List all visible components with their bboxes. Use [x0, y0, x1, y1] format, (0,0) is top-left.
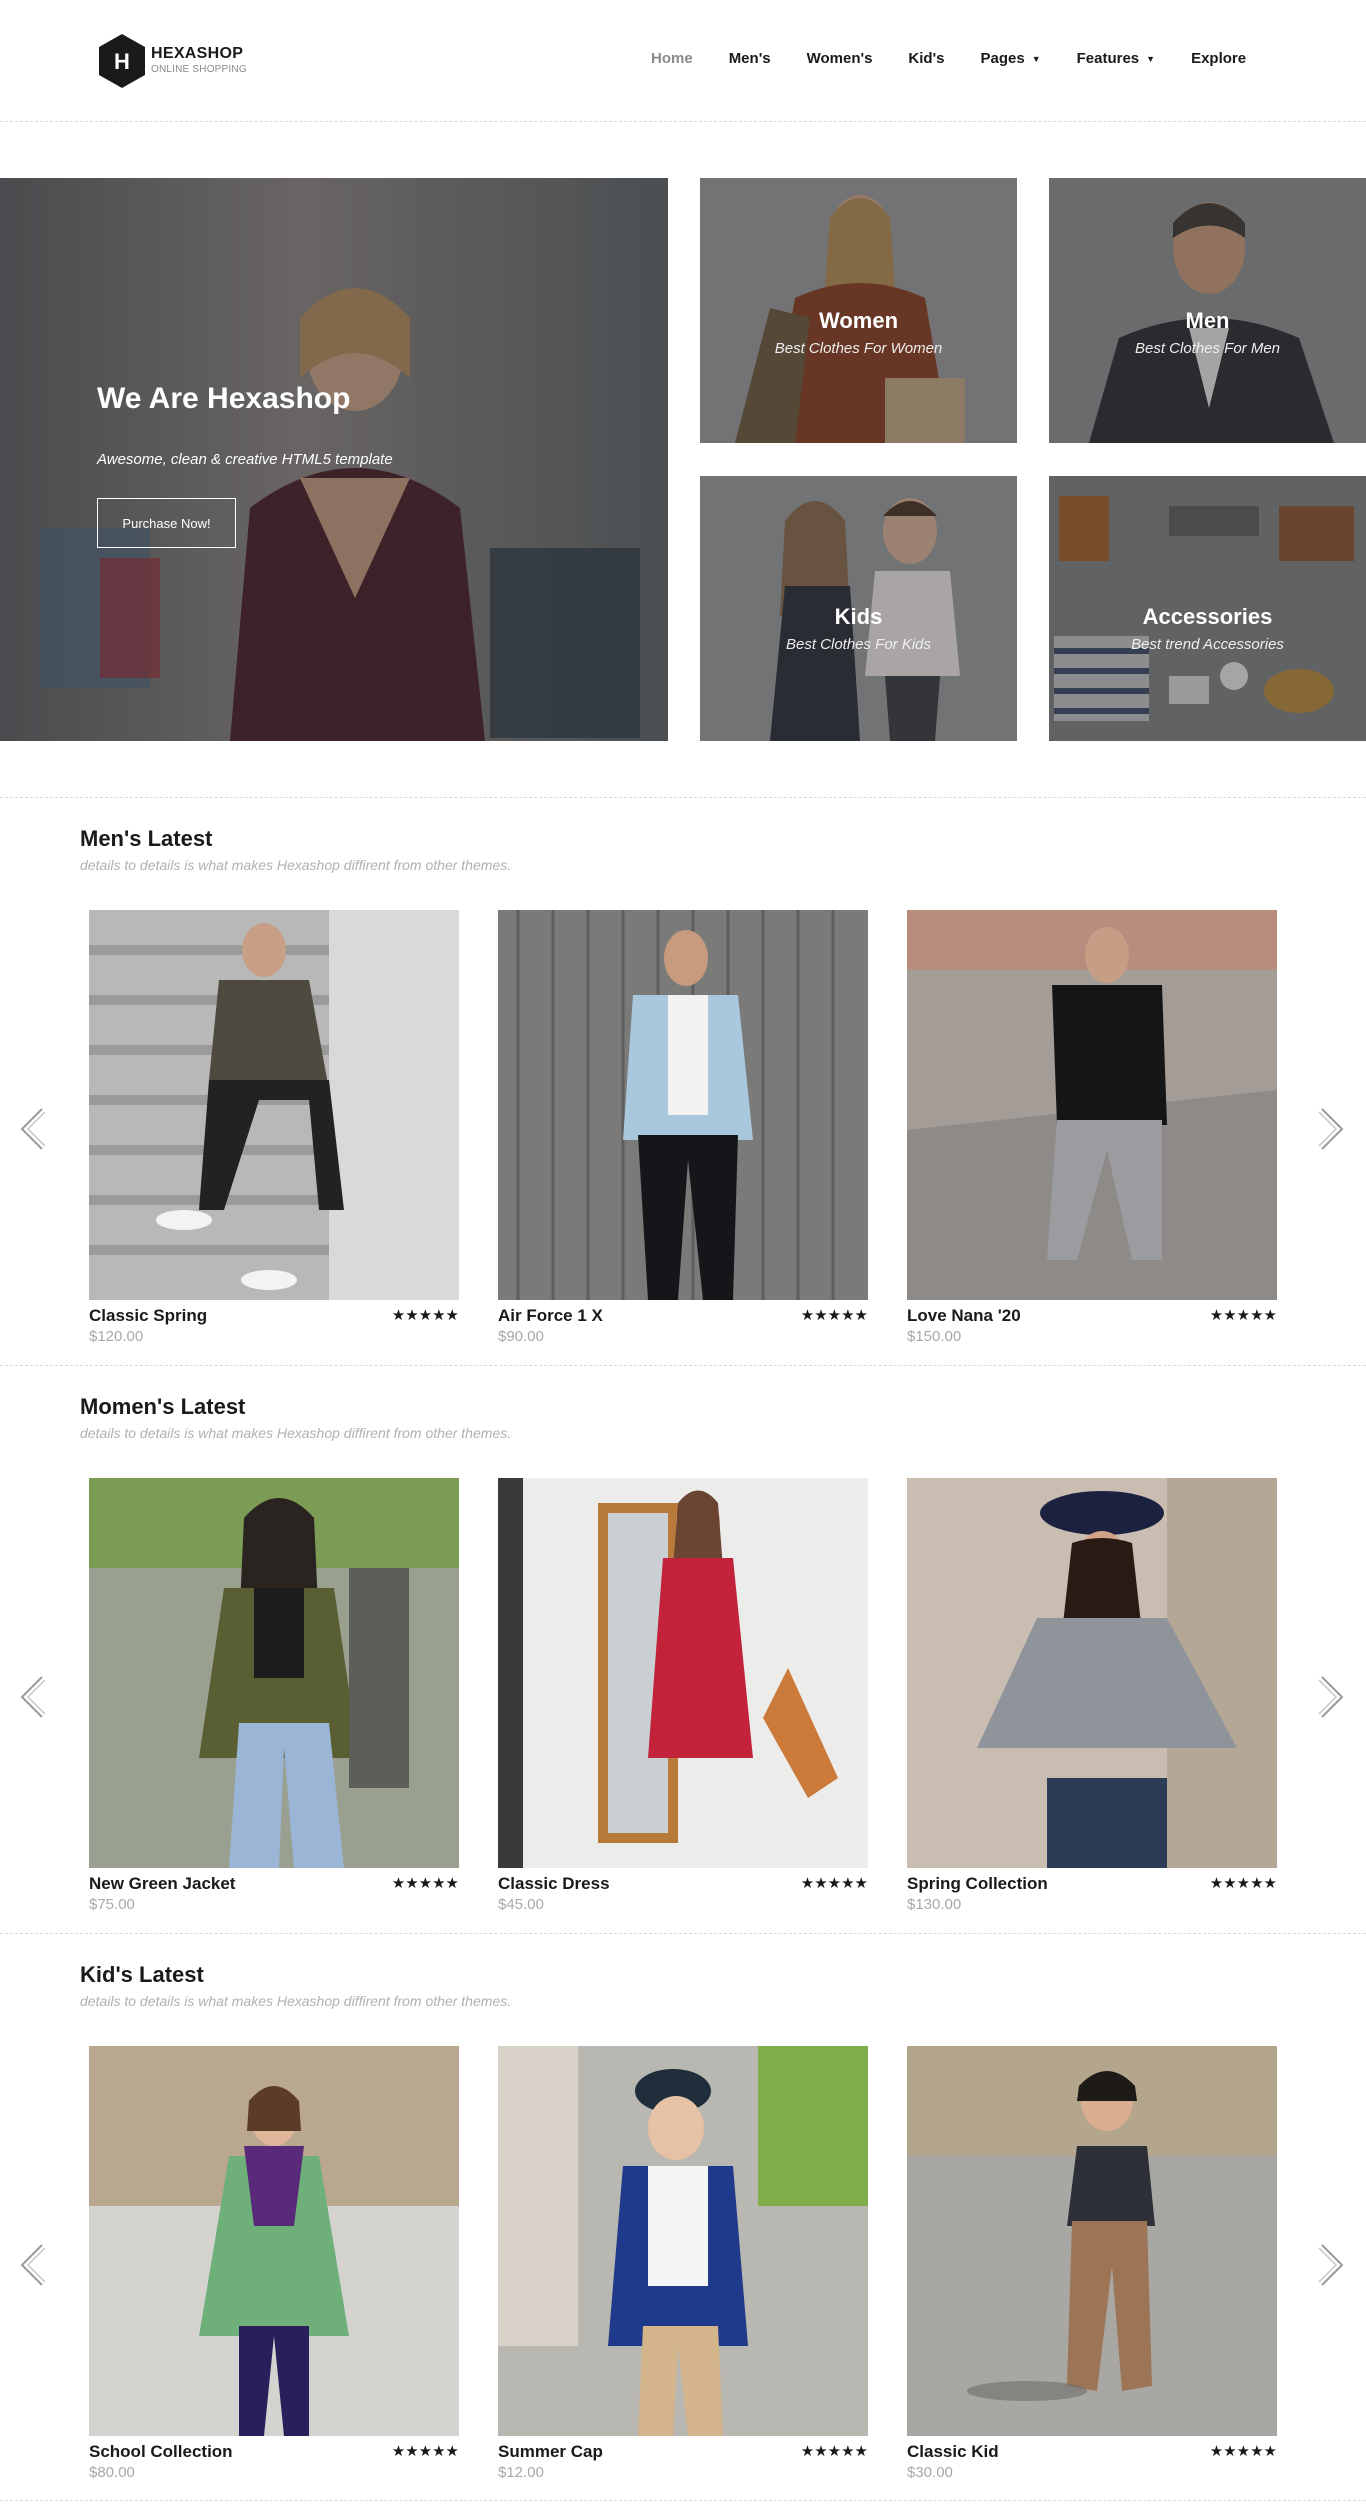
- product-image[interactable]: [907, 910, 1277, 1300]
- carousel-next-icon[interactable]: [1316, 1107, 1346, 1151]
- product-price: $12.00: [498, 2464, 544, 2481]
- category-card-kids[interactable]: Kids Best Clothes For Kids: [700, 476, 1017, 741]
- product-name[interactable]: Classic Kid: [907, 2442, 999, 2462]
- nav-features-dropdown[interactable]: Features ▼: [1077, 50, 1155, 67]
- caret-down-icon: ▼: [1031, 53, 1041, 64]
- section-divider: [0, 797, 1366, 798]
- product-card[interactable]: Air Force 1 X $90.00 ★★★★★: [498, 910, 868, 1345]
- hero-subtitle: Awesome, clean & creative HTML5 template: [97, 451, 393, 468]
- section-divider: [0, 1365, 1366, 1366]
- brand-name: HEXASHOP: [151, 45, 244, 62]
- hero-area: We Are Hexashop Awesome, clean & creativ…: [0, 178, 1366, 741]
- product-price: $120.00: [89, 1328, 144, 1345]
- product-price: $45.00: [498, 1896, 544, 1913]
- product-price: $90.00: [498, 1328, 544, 1345]
- nav-womens[interactable]: Women's: [807, 50, 873, 67]
- product-name[interactable]: School Collection: [89, 2442, 233, 2462]
- section-title-womens: Momen's Latest: [80, 1394, 246, 1419]
- section-subtitle-kids: details to details is what makes Hexasho…: [80, 1993, 512, 2009]
- product-card[interactable]: Classic Spring $120.00 ★★★★★: [89, 910, 459, 1345]
- product-name[interactable]: Spring Collection: [907, 1874, 1048, 1894]
- rating-stars-icon: ★★★★★: [1209, 1875, 1277, 1892]
- product-card[interactable]: School Collection $80.00 ★★★★★: [89, 2046, 459, 2481]
- category-card-women[interactable]: Women Best Clothes For Women: [700, 178, 1017, 443]
- purchase-now-button[interactable]: Purchase Now!: [97, 498, 236, 548]
- rating-stars-icon: ★★★★★: [1209, 1307, 1277, 1324]
- product-price: $150.00: [907, 1328, 962, 1345]
- product-name[interactable]: Summer Cap: [498, 2442, 603, 2462]
- nav-explore[interactable]: Explore: [1191, 50, 1246, 67]
- product-price: $75.00: [89, 1896, 135, 1913]
- category-title: Accessories: [1142, 604, 1273, 629]
- section-divider: [0, 1933, 1366, 1934]
- logo[interactable]: H HEXASHOP ONLINE SHOPPING: [97, 33, 247, 89]
- rating-stars-icon: ★★★★★: [391, 2443, 459, 2460]
- product-price: $80.00: [89, 2464, 135, 2481]
- rating-stars-icon: ★★★★★: [800, 1307, 868, 1324]
- product-image[interactable]: [498, 2046, 868, 2436]
- product-card[interactable]: Love Nana '20 $150.00 ★★★★★: [907, 910, 1277, 1345]
- category-title: Men: [1185, 308, 1230, 333]
- category-subtitle: Best Clothes For Men: [1134, 340, 1281, 357]
- category-title: Women: [818, 308, 899, 333]
- section-subtitle-mens: details to details is what makes Hexasho…: [80, 857, 512, 873]
- product-image[interactable]: [907, 2046, 1277, 2436]
- nav-pages-dropdown[interactable]: Pages ▼: [981, 50, 1041, 67]
- nav-home[interactable]: Home: [651, 50, 693, 67]
- product-image[interactable]: [89, 910, 459, 1300]
- carousel-next-icon[interactable]: [1316, 1675, 1346, 1719]
- rating-stars-icon: ★★★★★: [391, 1875, 459, 1892]
- carousel-prev-icon[interactable]: [18, 1107, 48, 1151]
- nav-kids[interactable]: Kid's: [908, 50, 944, 67]
- category-card-men[interactable]: Men Best Clothes For Men: [1049, 178, 1366, 443]
- section-title-kids: Kid's Latest: [80, 1962, 204, 1987]
- section-title-mens: Men's Latest: [80, 826, 213, 851]
- product-name[interactable]: New Green Jacket: [89, 1874, 235, 1894]
- rating-stars-icon: ★★★★★: [800, 2443, 868, 2460]
- hexagon-logo-icon: H: [97, 33, 147, 89]
- hero-title: We Are Hexashop: [97, 382, 351, 415]
- product-card[interactable]: Classic Kid $30.00 ★★★★★: [907, 2046, 1277, 2481]
- section-divider: [0, 2500, 1366, 2501]
- product-image[interactable]: [89, 2046, 459, 2436]
- hero-banner: We Are Hexashop Awesome, clean & creativ…: [0, 178, 668, 741]
- svg-text:H: H: [114, 49, 130, 74]
- product-card[interactable]: Spring Collection $130.00 ★★★★★: [907, 1478, 1277, 1913]
- product-price: $30.00: [907, 2464, 953, 2481]
- product-name[interactable]: Classic Spring: [89, 1306, 207, 1326]
- site-header: H HEXASHOP ONLINE SHOPPING Home Men's Wo…: [0, 0, 1366, 122]
- category-subtitle: Best Clothes For Kids: [785, 636, 932, 653]
- rating-stars-icon: ★★★★★: [1209, 2443, 1277, 2460]
- product-card[interactable]: Classic Dress $45.00 ★★★★★: [498, 1478, 868, 1913]
- rating-stars-icon: ★★★★★: [391, 1307, 459, 1324]
- product-image[interactable]: [498, 910, 868, 1300]
- product-name[interactable]: Classic Dress: [498, 1874, 610, 1894]
- product-image[interactable]: [498, 1478, 868, 1868]
- product-card[interactable]: Summer Cap $12.00 ★★★★★: [498, 2046, 868, 2481]
- carousel-next-icon[interactable]: [1316, 2243, 1346, 2287]
- nav-mens[interactable]: Men's: [729, 50, 771, 67]
- carousel-prev-icon[interactable]: [18, 1675, 48, 1719]
- product-price: $130.00: [907, 1896, 962, 1913]
- brand-tagline: ONLINE SHOPPING: [151, 64, 247, 75]
- product-image[interactable]: [907, 1478, 1277, 1868]
- category-subtitle: Best trend Accessories: [1131, 636, 1284, 653]
- rating-stars-icon: ★★★★★: [800, 1875, 868, 1892]
- product-name[interactable]: Love Nana '20: [907, 1306, 1021, 1326]
- product-image[interactable]: [89, 1478, 459, 1868]
- category-subtitle: Best Clothes For Women: [774, 340, 943, 357]
- category-card-accessories[interactable]: Accessories Best trend Accessories: [1049, 476, 1366, 741]
- product-card[interactable]: New Green Jacket $75.00 ★★★★★: [89, 1478, 459, 1913]
- product-name[interactable]: Air Force 1 X: [498, 1306, 603, 1326]
- main-nav: Home Men's Women's Kid's Pages ▼ Features…: [651, 50, 1282, 67]
- caret-down-icon: ▼: [1146, 53, 1156, 64]
- category-title: Kids: [834, 604, 883, 629]
- section-subtitle-womens: details to details is what makes Hexasho…: [80, 1425, 512, 1441]
- carousel-prev-icon[interactable]: [18, 2243, 48, 2287]
